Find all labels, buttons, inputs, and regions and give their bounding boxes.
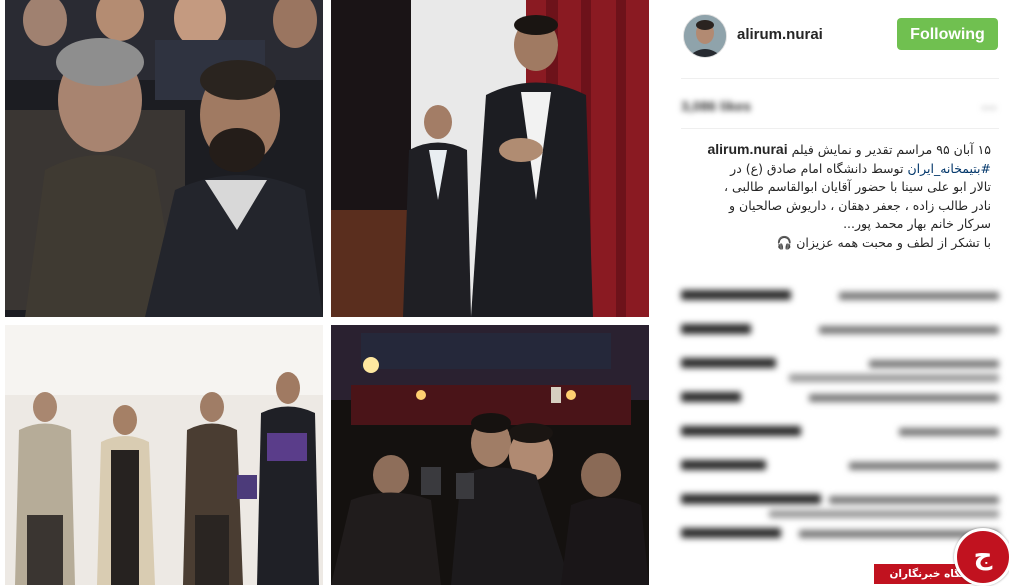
caption-line-2: توسط دانشگاه امام صادق (ع) در [730,160,904,176]
comment-item [681,456,999,490]
post-header: alirum.nurai Following [681,12,1001,58]
comment-item [681,286,999,320]
watermark-logo: باشگاه خبرنگاران ج [874,524,1009,586]
caption-line-6: با تشکر از لطف و محبت همه عزیزان 🎧 [776,234,991,250]
photo-audience [5,0,323,317]
following-button[interactable]: Following [897,18,998,50]
comment-item [681,422,999,456]
photo-selfies [331,325,649,585]
post-caption: ۱۵ آبان ۹۵ مراسم تقدیر و نمایش فیلم alir… [681,140,991,252]
comment-item [681,320,999,354]
caption-hashtag[interactable]: #بتیمخانه_ایران [907,161,991,176]
watermark-circle-icon: ج [954,528,1009,586]
comment-item [681,490,999,524]
caption-line-5: سرکار خانم بهار محمد پور... [843,216,991,231]
caption-line-4: نادر طالب زاده ، جعفر دهقان ، داریوش صال… [729,197,991,213]
username-link[interactable]: alirum.nurai [737,26,823,43]
more-icon[interactable]: ⋯ [981,98,997,118]
comment-item [681,354,999,388]
caption-line-3: تالار ابو علی سینا با حضور آقایان ابوالق… [724,179,991,194]
photo-ceremony [5,325,323,585]
post-sidebar: alirum.nurai Following 3,086 likes ⋯ ۱۵ … [659,0,1009,585]
divider [681,78,999,79]
comment-item [681,388,999,422]
divider [681,128,999,129]
likes-text: 3,086 likes [681,98,752,114]
comments-list [681,286,999,558]
caption-line-1: ۱۵ آبان ۹۵ مراسم تقدیر و نمایش فیلم [791,142,991,157]
photo-stage [331,0,649,317]
caption-username[interactable]: alirum.nurai [707,141,787,157]
photo-collage[interactable] [0,0,659,585]
avatar[interactable] [683,14,727,58]
likes-count: 3,086 likes ⋯ [681,98,999,118]
